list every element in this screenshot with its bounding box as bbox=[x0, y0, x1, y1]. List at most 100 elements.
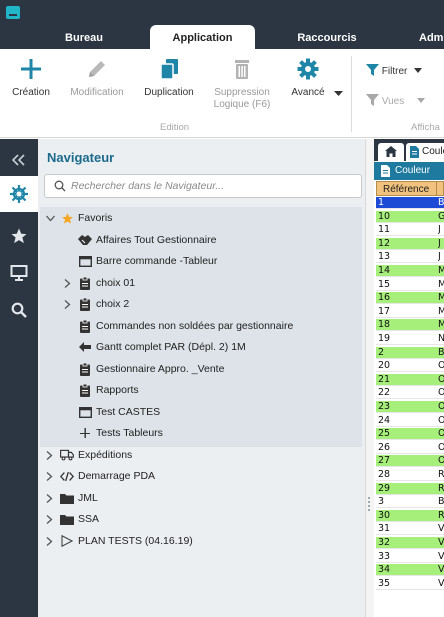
modification-button[interactable]: Modification bbox=[62, 57, 132, 99]
table-row[interactable]: 11 J bbox=[376, 224, 444, 237]
table-row[interactable]: 32 V bbox=[376, 537, 444, 549]
star-icon[interactable] bbox=[0, 218, 38, 254]
tree-item-label: Demarrage PDA bbox=[78, 470, 156, 482]
navigator-title: Navigateur bbox=[47, 150, 115, 165]
chevron-right-icon[interactable] bbox=[44, 450, 54, 460]
tree-item[interactable]: Affaires Tout Gestionnaire bbox=[78, 230, 216, 250]
table-row[interactable]: 16 M bbox=[376, 292, 444, 305]
tree-item-label: Barre commande -Tableur bbox=[96, 255, 218, 267]
tree-item[interactable]: choix 01 bbox=[64, 273, 136, 293]
table-row[interactable]: 35 V bbox=[376, 577, 444, 590]
table-row[interactable]: 33 V bbox=[376, 550, 444, 563]
table-row[interactable]: 14 M bbox=[376, 265, 444, 277]
tree-item[interactable]: Rapports bbox=[78, 380, 139, 400]
app-window: Bureau Application Raccourcis Adm Créati… bbox=[0, 0, 444, 617]
table-row[interactable]: 22 O bbox=[376, 387, 444, 400]
filtrer-button[interactable]: Filtrer bbox=[366, 64, 423, 80]
table-row[interactable]: 28 R bbox=[376, 469, 444, 481]
table-row[interactable]: 30 R bbox=[376, 509, 444, 522]
tree-item[interactable]: Barre commande -Tableur bbox=[78, 251, 217, 271]
table-row[interactable]: 29 R bbox=[376, 482, 444, 495]
tree-item[interactable]: Tests Tableurs bbox=[78, 423, 163, 443]
star-icon bbox=[60, 211, 74, 225]
tree-item[interactable]: Expéditions bbox=[46, 445, 132, 465]
cell-reference: 11 bbox=[378, 224, 391, 236]
splitter-grip-icon bbox=[368, 497, 370, 511]
table-row[interactable]: 34 V bbox=[376, 564, 444, 577]
monitor-icon[interactable] bbox=[0, 255, 38, 291]
table-row[interactable]: 18 M bbox=[376, 319, 444, 332]
cell-label: V bbox=[438, 564, 444, 576]
cell-reference: 22 bbox=[378, 387, 391, 399]
tree-item[interactable]: SSA bbox=[46, 509, 99, 529]
cell-label: O bbox=[438, 441, 444, 453]
tab-application[interactable]: Application bbox=[150, 25, 255, 49]
table-row[interactable]: 21 O bbox=[376, 373, 444, 386]
cell-label: V bbox=[438, 537, 444, 548]
app-logo-icon[interactable] bbox=[6, 6, 20, 19]
chevron-right-icon[interactable] bbox=[44, 493, 54, 503]
cell-label: O bbox=[438, 401, 444, 412]
table-row[interactable]: 3B bbox=[376, 496, 444, 509]
table-row[interactable]: 27 O bbox=[376, 455, 444, 468]
table-row[interactable]: 19 N bbox=[376, 333, 444, 345]
table-row[interactable]: 23 O bbox=[376, 401, 444, 413]
avance-button[interactable]: Avancé bbox=[282, 57, 334, 99]
chevron-down-icon[interactable] bbox=[45, 213, 55, 223]
tree-item[interactable]: choix 2 bbox=[64, 294, 129, 314]
table-row[interactable]: 1B bbox=[376, 197, 444, 209]
table-row[interactable]: 12 J bbox=[376, 237, 444, 250]
collapse-panel-icon[interactable] bbox=[0, 142, 38, 178]
tree-item[interactable]: Demarrage PDA bbox=[46, 466, 156, 486]
table-row[interactable]: 24 O bbox=[376, 414, 444, 427]
chevron-right-icon[interactable] bbox=[44, 514, 54, 524]
chevron-right-icon[interactable] bbox=[62, 299, 72, 309]
tree-item[interactable]: JML bbox=[46, 488, 98, 508]
avance-dropdown-icon[interactable] bbox=[334, 84, 343, 102]
cell-label: O bbox=[438, 387, 444, 399]
chevron-right-icon[interactable] bbox=[62, 278, 72, 288]
navigator-icon[interactable] bbox=[0, 176, 38, 212]
tree-item[interactable]: Gantt complet PAR (Dépl. 2) 1M bbox=[78, 337, 246, 357]
home-tab[interactable] bbox=[378, 143, 404, 161]
navigator-search-input[interactable] bbox=[71, 178, 356, 194]
tab-bureau[interactable]: Bureau bbox=[48, 25, 120, 49]
tree-item-label: Commandes non soldées par gestionnaire bbox=[96, 320, 294, 332]
panel-splitter[interactable] bbox=[365, 139, 374, 617]
chevron-right-icon[interactable] bbox=[44, 471, 54, 481]
table-row[interactable]: 17 M bbox=[376, 305, 444, 318]
table-row[interactable]: 15 M bbox=[376, 278, 444, 291]
tree-item[interactable]: Commandes non soldées par gestionnaire bbox=[78, 316, 293, 336]
tab-administration[interactable]: Adm bbox=[405, 25, 444, 49]
tree-item-label: choix 01 bbox=[96, 277, 136, 289]
cell-reference: 15 bbox=[378, 278, 391, 290]
table-row[interactable]: 10 G bbox=[376, 210, 444, 223]
suppression-button[interactable]: Suppression Logique (F6) bbox=[204, 57, 280, 111]
truck-icon bbox=[60, 448, 74, 462]
table-row[interactable]: 2B bbox=[376, 346, 444, 359]
table-row[interactable]: 26 O bbox=[376, 441, 444, 454]
table-row[interactable]: 31 V bbox=[376, 523, 444, 536]
tree-item[interactable]: Favoris bbox=[45, 208, 112, 228]
avance-label: Avancé bbox=[291, 87, 325, 98]
filter-icon bbox=[366, 64, 379, 76]
navigator-search-box[interactable] bbox=[44, 174, 362, 198]
suppression-label-2: Logique (F6) bbox=[213, 99, 271, 110]
search-icon[interactable] bbox=[0, 292, 38, 328]
tree-item[interactable]: PLAN TESTS (04.16.19) bbox=[46, 531, 193, 551]
tab-raccourcis[interactable]: Raccourcis bbox=[283, 25, 371, 49]
tree-item[interactable]: Gestionnaire Appro. _Vente bbox=[78, 359, 224, 379]
document-tab[interactable]: Coule bbox=[406, 143, 444, 161]
creation-button[interactable]: Création bbox=[4, 57, 58, 99]
table-row[interactable]: 25 O bbox=[376, 428, 444, 441]
tree-item[interactable]: Test CASTES bbox=[78, 402, 160, 422]
chevron-right-icon[interactable] bbox=[44, 536, 54, 546]
trash-icon bbox=[204, 57, 280, 81]
table-row[interactable]: 20 O bbox=[376, 360, 444, 373]
table-row[interactable]: 13 J bbox=[376, 251, 444, 264]
sub-tab[interactable]: Couleur bbox=[374, 162, 444, 180]
duplication-button[interactable]: Duplication bbox=[136, 57, 202, 99]
vues-button[interactable]: Vues bbox=[366, 94, 425, 110]
folder-icon bbox=[60, 491, 74, 505]
column-header-reference[interactable]: Référence bbox=[383, 183, 429, 196]
